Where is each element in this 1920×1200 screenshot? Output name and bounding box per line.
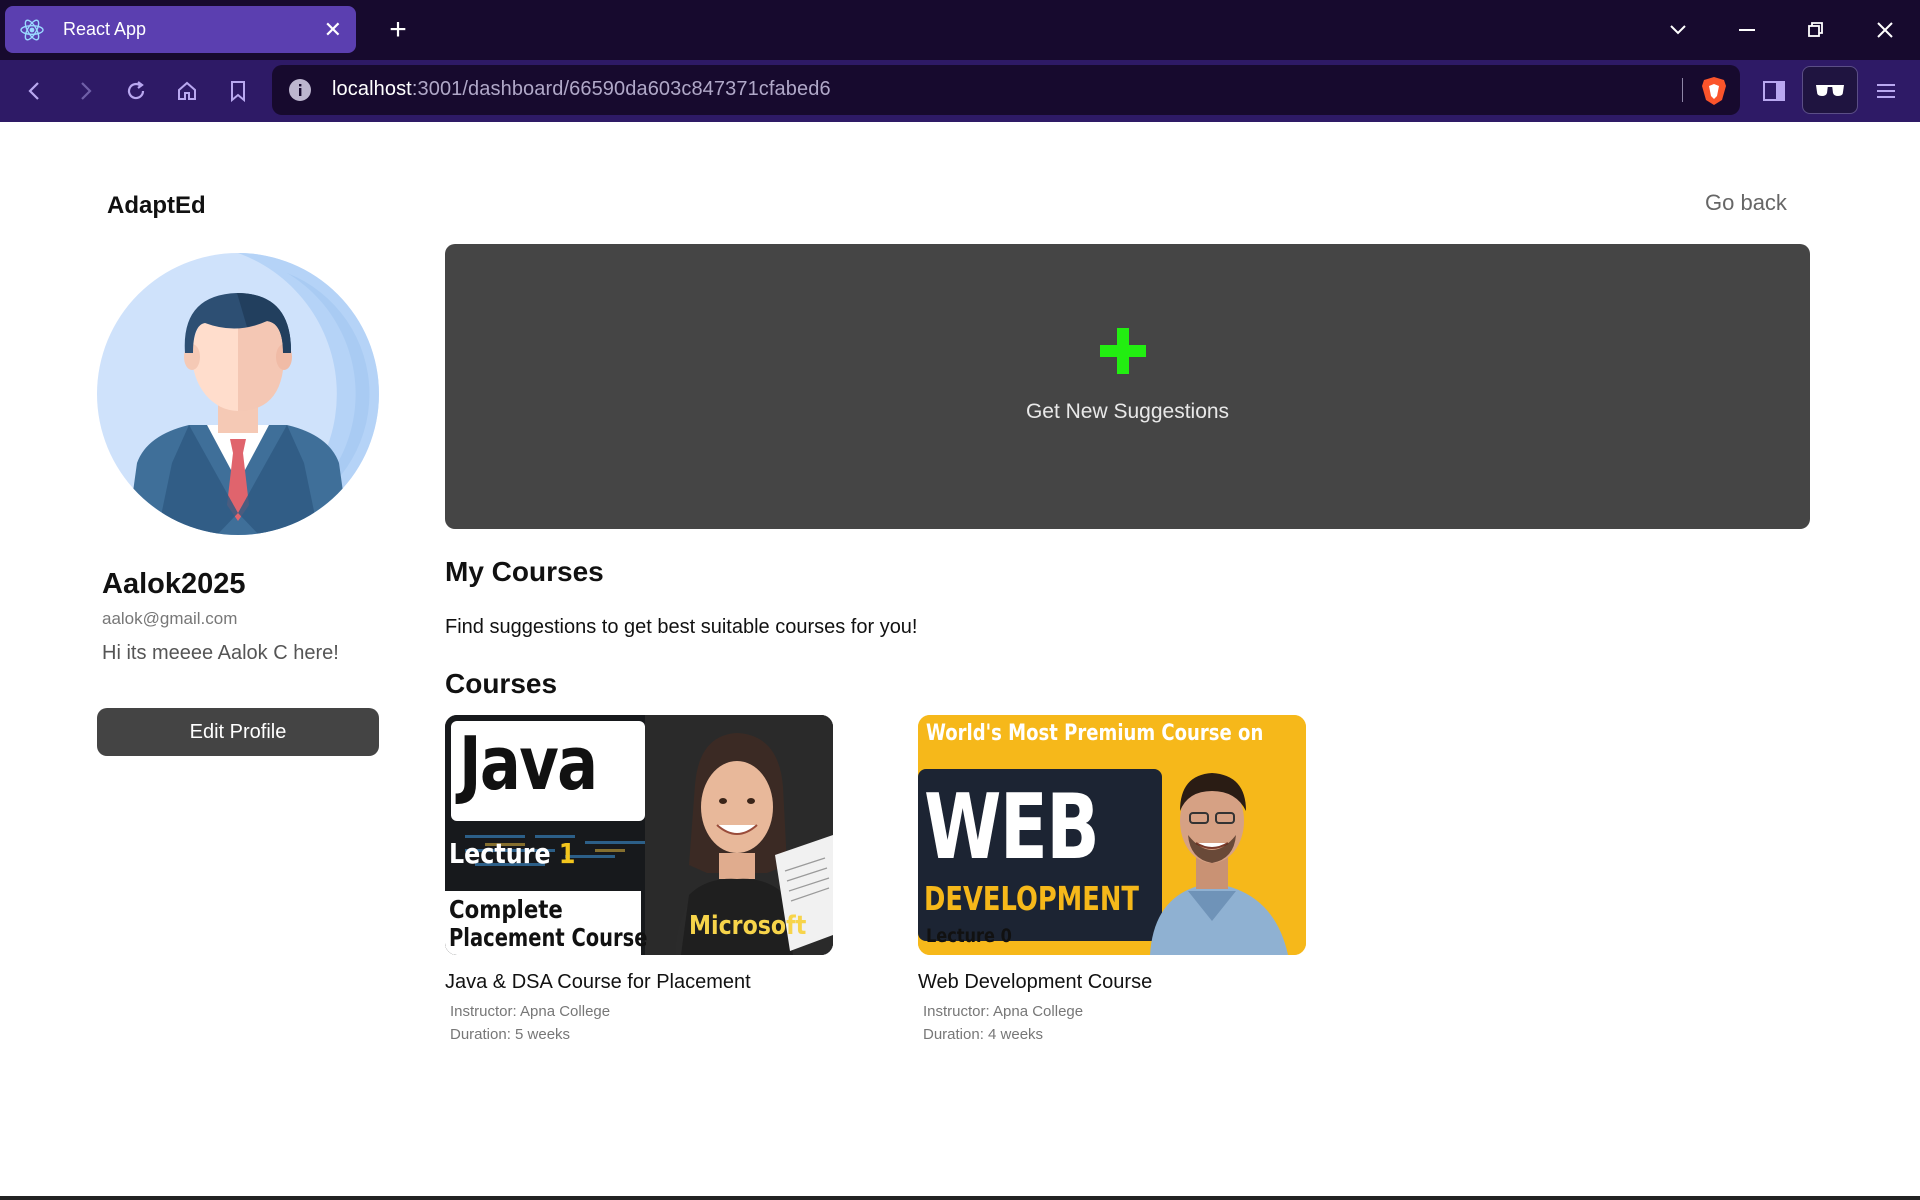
go-back-link[interactable]: Go back [1705, 190, 1787, 216]
page-bottom-border [0, 1196, 1920, 1200]
url-host: localhost [332, 78, 412, 100]
url-path: :3001/dashboard/66590da603c847371cfabed6 [411, 78, 831, 100]
course-duration: Duration: 5 weeks [450, 1026, 571, 1043]
restore-icon[interactable] [1788, 10, 1844, 50]
back-arrow-icon[interactable] [17, 73, 53, 109]
course-card-java[interactable]: Java Lecture 1 Complete Placement Course… [445, 715, 833, 1046]
edit-profile-button[interactable]: Edit Profile [97, 708, 379, 756]
menu-icon[interactable] [1868, 73, 1904, 109]
thumb-java-complete: Complete [449, 895, 563, 924]
new-tab-icon[interactable]: + [380, 12, 416, 48]
tab-close-icon[interactable]: ✕ [324, 17, 342, 43]
home-icon[interactable] [169, 73, 205, 109]
course-meta: Instructor: Apna College Duration: 4 wee… [923, 1000, 1306, 1046]
get-suggestions-label: Get New Suggestions [1025, 400, 1230, 423]
address-bar[interactable]: localhost:3001/dashboard/66590da603c8473… [272, 65, 1740, 115]
close-window-icon[interactable] [1857, 10, 1913, 50]
minimize-icon[interactable] [1719, 10, 1775, 50]
thumb-web-subtitle: DEVELOPMENT [924, 879, 1139, 918]
browser-toolbar: localhost:3001/dashboard/66590da603c8473… [0, 60, 1920, 122]
thumb-web-banner: World's Most Premium Course on [926, 721, 1264, 746]
thumb-java-lecture-word: Lecture [449, 837, 551, 870]
get-suggestions-card[interactable]: Get New Suggestions [445, 244, 1810, 529]
browser-tab[interactable]: React App ✕ [5, 6, 356, 53]
suggestions-hint: Find suggestions to get best suitable co… [445, 616, 918, 638]
course-thumbnail-java[interactable]: Java Lecture 1 Complete Placement Course… [445, 715, 833, 955]
sidebar-toggle-icon[interactable] [1756, 73, 1792, 109]
brand-logo-text[interactable]: AdaptEd [107, 192, 206, 220]
plus-icon [1100, 328, 1146, 374]
avatar [97, 253, 379, 535]
reader-mode-glasses-icon[interactable] [1802, 66, 1858, 114]
thumb-web-title: WEB [924, 775, 1100, 880]
brave-shield-icon[interactable] [1700, 76, 1728, 106]
url-separator [1682, 78, 1683, 102]
course-title[interactable]: Java & DSA Course for Placement [445, 971, 833, 994]
course-instructor: Instructor: Apna College [450, 1003, 611, 1020]
thumb-java-title: Java [459, 721, 598, 807]
site-info-icon[interactable] [288, 78, 312, 102]
thumb-java-microsoft: Microsoft [689, 911, 807, 941]
profile-bio: Hi its meeee Aalok C here! [102, 642, 339, 664]
my-courses-heading: My Courses [445, 556, 604, 587]
profile-username: Aalok2025 [102, 568, 246, 600]
thumb-web-lecture: Lecture 0 [926, 925, 1012, 947]
course-thumbnail-web[interactable]: World's Most Premium Course on WEB DEVEL… [918, 715, 1306, 955]
browser-tab-bar: React App ✕ + [0, 0, 1920, 60]
forward-arrow-icon[interactable] [67, 73, 103, 109]
page-content: AdaptEd Go back Aalok2025 aalok@gmail.co… [0, 122, 1920, 1200]
thumb-java-placement: Placement Course [449, 923, 648, 952]
thumb-java-lecture-num: 1 [558, 837, 576, 870]
course-duration: Duration: 4 weeks [923, 1026, 1044, 1043]
reload-icon[interactable] [118, 73, 154, 109]
tab-search-chevron-icon[interactable] [1650, 10, 1706, 50]
profile-email: aalok@gmail.com [102, 609, 238, 628]
course-instructor: Instructor: Apna College [923, 1003, 1084, 1020]
course-title[interactable]: Web Development Course [918, 971, 1306, 994]
bookmark-icon[interactable] [220, 73, 256, 109]
react-logo-icon [20, 19, 44, 40]
course-meta: Instructor: Apna College Duration: 5 wee… [450, 1000, 833, 1046]
course-card-web[interactable]: World's Most Premium Course on WEB DEVEL… [918, 715, 1306, 1046]
thumb-java-lecture: Lecture 1 [449, 837, 575, 870]
courses-heading: Courses [445, 668, 558, 699]
tab-title: React App [63, 19, 147, 39]
url-text[interactable]: localhost:3001/dashboard/66590da603c8473… [332, 78, 831, 101]
